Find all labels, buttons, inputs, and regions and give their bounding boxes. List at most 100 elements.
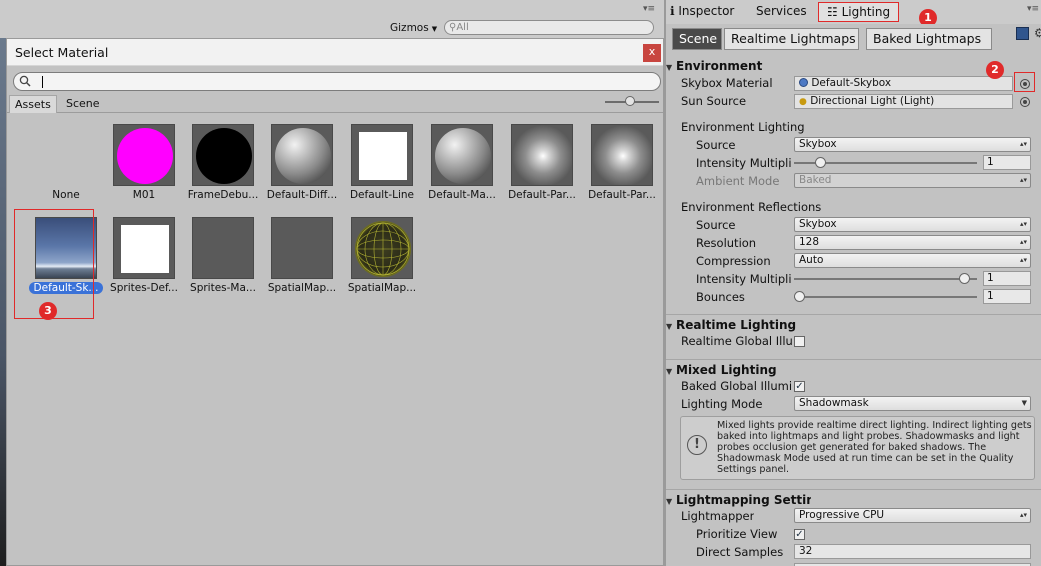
ambient-mode-value: Baked: [799, 174, 832, 186]
blank-thumbnail[interactable]: [271, 217, 333, 279]
tab-services[interactable]: Services: [756, 4, 807, 18]
material-search-input[interactable]: [13, 72, 661, 91]
sun-source-field[interactable]: ● Directional Light (Light): [794, 94, 1013, 109]
direct-samples-label: Direct Samples: [696, 545, 784, 559]
tab-assets[interactable]: Assets: [9, 95, 57, 113]
material-item-label: FrameDebu...: [187, 189, 259, 201]
white-square-thumbnail[interactable]: [113, 217, 175, 279]
section-realtime-lighting[interactable]: ▼ Realtime Lighting: [666, 318, 796, 332]
env-source-label: Source: [696, 138, 736, 152]
lighting-settings-icon: ☷: [827, 5, 838, 19]
gear-icon[interactable]: ⚙: [1034, 26, 1041, 40]
section-environment[interactable]: ▼ Environment: [666, 59, 762, 73]
baked-gi-label: Baked Global Illumination: [681, 379, 793, 393]
zoom-slider-handle[interactable]: [624, 96, 635, 106]
window-titlebar[interactable]: Select Material x: [7, 39, 663, 66]
mode-baked-lightmaps-button[interactable]: Baked Lightmaps: [866, 28, 992, 50]
tab-inspector[interactable]: ℹ Inspector: [670, 4, 734, 18]
particle-glow-thumbnail[interactable]: [511, 124, 573, 186]
white-square-thumbnail[interactable]: [351, 124, 413, 186]
lightmapper-dropdown[interactable]: Progressive CPU ▴▾: [794, 508, 1031, 523]
compression-dropdown[interactable]: Auto ▴▾: [794, 253, 1031, 268]
ambient-mode-dropdown: Baked ▴▾: [794, 173, 1031, 188]
scene-search-input[interactable]: ⚲All: [444, 20, 654, 35]
material-item[interactable]: FrameDebu...: [184, 124, 262, 201]
help-book-icon[interactable]: [1016, 27, 1029, 40]
dropdown-arrows-icon: ▴▾: [1019, 140, 1027, 148]
callout-3-highlight: [14, 209, 94, 319]
gray-sphere-thumbnail[interactable]: [271, 124, 333, 186]
lighting-mode-dropdown[interactable]: Shadowmask ▼: [794, 396, 1031, 411]
mode-scene-button[interactable]: Scene: [672, 28, 722, 50]
lightmapper-label: Lightmapper: [681, 509, 755, 523]
material-item-label: Default-Ma...: [428, 189, 496, 201]
reflection-source-label: Source: [696, 218, 736, 232]
intensity-slider-handle[interactable]: [814, 157, 826, 168]
foldout-arrow-icon: ▼: [666, 497, 673, 506]
scene-menu-icon[interactable]: ▾≡: [643, 4, 655, 14]
material-item[interactable]: Default-Line: [343, 124, 421, 201]
environment-lighting-label: Environment Lighting: [681, 120, 805, 134]
section-mixed-lighting[interactable]: ▼ Mixed Lighting: [666, 363, 777, 377]
baked-gi-checkbox[interactable]: ✓: [794, 381, 805, 392]
tab-scene[interactable]: Scene: [61, 95, 105, 113]
resolution-dropdown[interactable]: 128 ▴▾: [794, 235, 1031, 250]
wire-sphere-thumbnail[interactable]: [351, 217, 413, 279]
inspector-menu-icon[interactable]: ▾≡: [1027, 4, 1039, 14]
material-item[interactable]: Default-Ma...: [423, 124, 501, 201]
skybox-material-field[interactable]: Default-Skybox: [794, 76, 1013, 91]
magenta-sphere-thumbnail[interactable]: [113, 124, 175, 186]
section-lightmapping-settings[interactable]: ▼Lightmapping Settings: [666, 493, 811, 507]
dropdown-arrows-icon: ▴▾: [1019, 220, 1027, 228]
realtime-gi-checkbox[interactable]: [794, 336, 805, 347]
resolution-label: Resolution: [696, 236, 757, 250]
material-item[interactable]: Default-Par...: [503, 124, 581, 201]
bounces-slider-handle[interactable]: [794, 291, 805, 302]
picker-tab-bar: Assets Scene: [7, 95, 663, 113]
section-environment-title: Environment: [676, 59, 763, 73]
black-sphere-thumbnail[interactable]: [192, 124, 254, 186]
material-item[interactable]: SpatialMap...: [343, 217, 421, 294]
reflection-intensity-slider[interactable]: [794, 278, 977, 280]
material-item-label: Default-Par...: [588, 189, 656, 201]
material-item[interactable]: Default-Par...: [583, 124, 661, 201]
skybox-material-value: Default-Skybox: [811, 77, 892, 89]
compression-value: Auto: [799, 254, 824, 266]
dropdown-arrows-icon: ▴▾: [1019, 238, 1027, 246]
text-caret: [42, 76, 43, 88]
search-icon: [19, 75, 31, 87]
bounces-label: Bounces: [696, 290, 745, 304]
env-source-dropdown[interactable]: Skybox ▴▾: [794, 137, 1031, 152]
gizmos-dropdown[interactable]: Gizmos ▼: [384, 20, 443, 36]
reflection-intensity-slider-handle[interactable]: [959, 273, 971, 284]
intensity-value-field[interactable]: 1: [983, 155, 1031, 170]
direct-samples-field[interactable]: 32: [794, 544, 1031, 559]
mode-realtime-lightmaps-button[interactable]: Realtime Lightmaps: [724, 28, 859, 50]
reflection-source-dropdown[interactable]: Skybox ▴▾: [794, 217, 1031, 232]
tab-inspector-label: Inspector: [678, 4, 735, 18]
material-item[interactable]: Sprites-Ma...: [184, 217, 262, 294]
bounces-value-field[interactable]: 1: [983, 289, 1031, 304]
material-item[interactable]: Sprites-Def...: [105, 217, 183, 294]
reflection-intensity-value-field[interactable]: 1: [983, 271, 1031, 286]
prioritize-view-checkbox[interactable]: ✓: [794, 529, 805, 540]
bounces-slider[interactable]: [794, 296, 977, 298]
lighting-panel: Scene Realtime Lightmaps Baked Lightmaps…: [666, 24, 1041, 566]
close-button[interactable]: x: [643, 44, 661, 62]
gray-sphere-thumbnail[interactable]: [431, 124, 493, 186]
blank-thumbnail[interactable]: [192, 217, 254, 279]
object-picker-icon[interactable]: [1020, 97, 1030, 107]
reflection-source-value: Skybox: [799, 218, 837, 230]
material-item-label: None: [52, 189, 80, 201]
material-item[interactable]: None: [27, 124, 105, 201]
material-item[interactable]: SpatialMap...: [263, 217, 341, 294]
material-item[interactable]: M01: [105, 124, 183, 201]
material-item[interactable]: Default-Diff...: [263, 124, 341, 201]
info-icon: !: [687, 435, 707, 455]
particle-glow-thumbnail[interactable]: [591, 124, 653, 186]
none-option[interactable]: [35, 124, 97, 186]
light-bulb-icon: ●: [799, 97, 807, 107]
ambient-mode-label: Ambient Mode: [696, 174, 780, 188]
tab-lighting[interactable]: ☷ Lighting: [818, 2, 900, 22]
intensity-multiplier-label: Intensity Multiplier: [696, 156, 792, 170]
